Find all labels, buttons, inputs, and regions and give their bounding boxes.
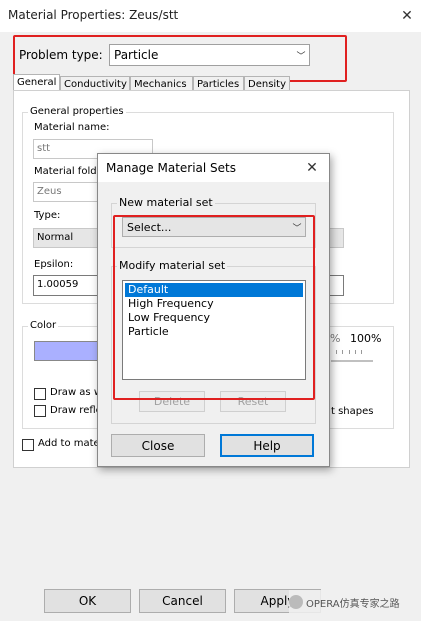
slider-left-label: % — [330, 332, 341, 345]
watermark: OPERA仿真专家之路 — [289, 590, 417, 614]
help-button[interactable]: Help — [220, 434, 314, 457]
epsilon-input[interactable]: 1.00059 — [33, 275, 99, 296]
shapes-label: t shapes — [331, 406, 374, 417]
ok-button[interactable]: OK — [44, 589, 131, 613]
opacity-slider-ticks — [336, 350, 362, 354]
opacity-slider-track[interactable] — [331, 360, 373, 362]
epsilon-input-right-edge — [328, 275, 344, 296]
dialog-close-icon[interactable]: ✕ — [305, 161, 319, 175]
material-folder-label: Material folde — [34, 166, 103, 177]
opacity-percent-label: 100% — [350, 332, 382, 345]
wechat-icon — [289, 595, 303, 609]
close-button[interactable]: Close — [111, 434, 205, 457]
draw-as-label: Draw as w — [50, 387, 102, 398]
window-title: Material Properties: Zeus/stt — [8, 8, 179, 22]
add-to-material-checkbox[interactable] — [22, 439, 34, 451]
material-name-label: Material name: — [34, 122, 110, 133]
highlight-material-sets — [113, 215, 315, 400]
tab-density[interactable]: Density — [244, 76, 290, 90]
dialog-title: Manage Material Sets — [106, 161, 237, 175]
material-folder-input[interactable]: Zeus — [33, 182, 99, 202]
epsilon-label: Epsilon: — [34, 259, 74, 270]
draw-reflect-label: Draw refle — [50, 405, 102, 416]
type-select-right-edge — [328, 228, 344, 248]
cancel-button[interactable]: Cancel — [139, 589, 226, 613]
tab-mechanics[interactable]: Mechanics — [130, 76, 193, 90]
tab-conductivity[interactable]: Conductivity — [60, 76, 130, 90]
window-close-icon[interactable]: ✕ — [400, 9, 414, 23]
type-label: Type: — [34, 210, 61, 221]
highlight-problem-type — [13, 35, 347, 82]
draw-reflect-checkbox[interactable] — [34, 405, 46, 417]
watermark-text: OPERA仿真专家之路 — [306, 598, 400, 610]
new-material-set-label: New material set — [117, 196, 215, 209]
color-swatch[interactable] — [34, 341, 98, 361]
general-properties-label: General properties — [28, 106, 126, 117]
color-group-label: Color — [28, 320, 59, 331]
tab-particles[interactable]: Particles — [193, 76, 244, 90]
type-select[interactable]: Normal — [33, 228, 99, 248]
draw-as-checkbox[interactable] — [34, 388, 46, 400]
color-swatch-fill — [35, 342, 97, 360]
tab-general[interactable]: General — [13, 74, 60, 90]
